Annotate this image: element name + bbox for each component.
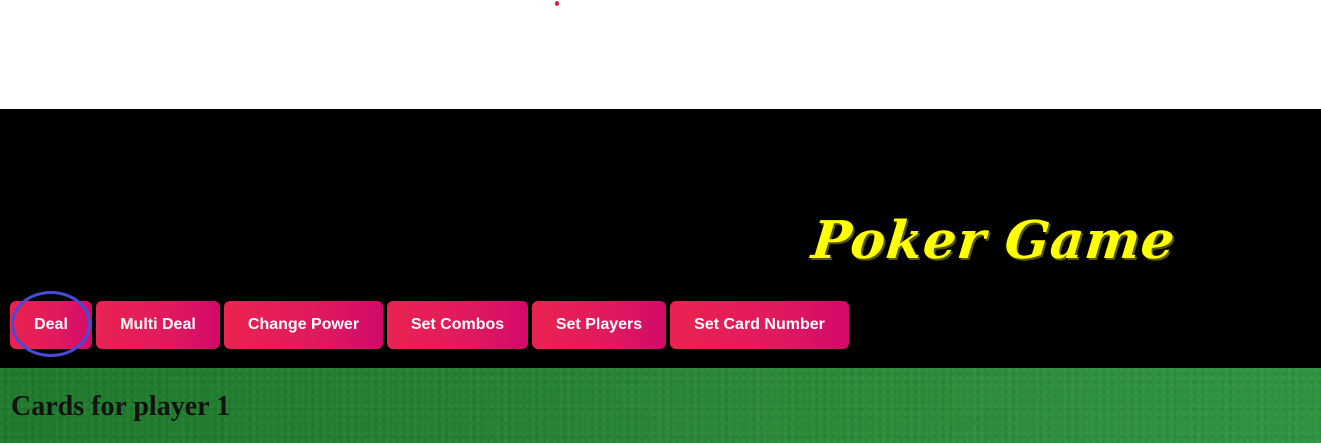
red-dot-marker [555, 1, 559, 6]
game-header: Poker Game Deal Multi Deal Change Power … [0, 109, 1321, 368]
set-players-button[interactable]: Set Players [532, 301, 666, 349]
player-cards-heading: Cards for player 1 [11, 391, 231, 422]
deal-button[interactable]: Deal [10, 301, 92, 349]
multi-deal-button[interactable]: Multi Deal [96, 301, 220, 349]
page-title: Poker Game [808, 210, 1179, 271]
set-combos-button[interactable]: Set Combos [387, 301, 528, 349]
poker-table-felt: Cards for player 1 [0, 368, 1321, 443]
change-power-button[interactable]: Change Power [224, 301, 383, 349]
set-card-number-button[interactable]: Set Card Number [670, 301, 849, 349]
top-blank-area [0, 0, 1321, 109]
